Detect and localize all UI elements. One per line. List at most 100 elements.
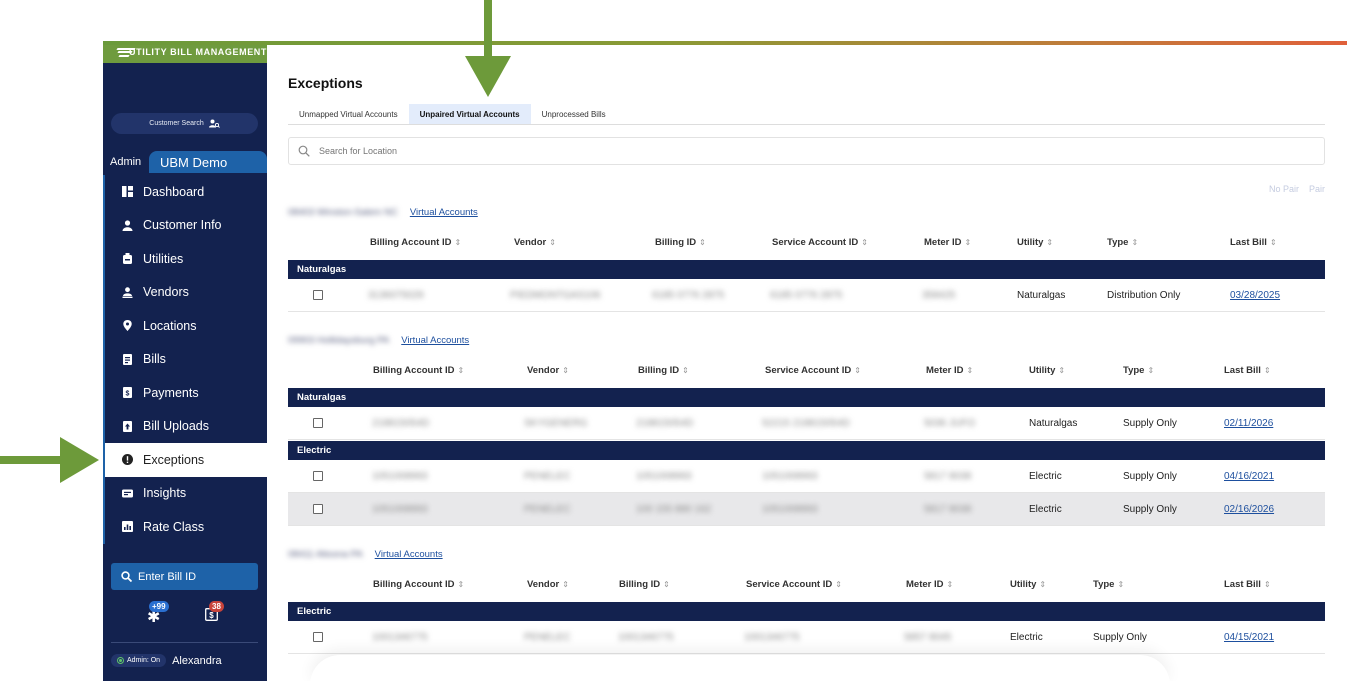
column-header[interactable]: Vendor ⇕ xyxy=(527,579,569,590)
person-search-icon xyxy=(208,119,220,128)
no-pair-button[interactable]: No Pair xyxy=(1269,184,1299,194)
last-bill-link[interactable]: 02/16/2026 xyxy=(1224,504,1274,515)
column-header[interactable]: Last Bill ⇕ xyxy=(1230,237,1277,248)
sidebar-item-label: Dashboard xyxy=(143,184,205,199)
column-header[interactable]: Meter ID ⇕ xyxy=(926,365,973,376)
tab-unprocessed-bills[interactable]: Unprocessed Bills xyxy=(531,104,617,124)
tab-unpaired-virtual-accounts[interactable]: Unpaired Virtual Accounts xyxy=(408,104,531,124)
cell-vendor: PENELEC xyxy=(524,471,571,482)
column-header[interactable]: Utility ⇕ xyxy=(1017,237,1053,248)
sidebar-item-exceptions[interactable]: Exceptions xyxy=(105,443,267,477)
column-header[interactable]: Utility ⇕ xyxy=(1029,365,1065,376)
sort-icon: ⇕ xyxy=(454,238,462,247)
column-header[interactable]: Vendor ⇕ xyxy=(514,237,556,248)
sidebar-item-locations[interactable]: Locations xyxy=(105,309,267,343)
sort-icon: ⇕ xyxy=(562,366,569,375)
location-name: 08411 Altoona PA xyxy=(288,549,363,560)
admin-toggle[interactable]: Admin: On xyxy=(111,654,167,667)
virtual-accounts-link[interactable]: Virtual Accounts xyxy=(375,549,443,560)
pair-button[interactable]: Pair xyxy=(1309,184,1325,194)
column-header[interactable]: Billing ID ⇕ xyxy=(619,579,670,590)
page-title: Exceptions xyxy=(288,75,363,91)
cell-service-account-id: 6185 0776 2875 xyxy=(770,290,843,301)
cell-vendor: PENELEC xyxy=(524,504,571,515)
sidebar-item-insights[interactable]: Insights xyxy=(105,477,267,511)
customer-search-button[interactable]: Customer Search xyxy=(111,113,258,134)
cell-meter-id: 5036 JUFO xyxy=(924,418,976,429)
tab-unmapped-virtual-accounts[interactable]: Unmapped Virtual Accounts xyxy=(288,104,409,124)
column-header[interactable]: Last Bill ⇕ xyxy=(1224,365,1271,376)
bill-id-search[interactable]: Enter Bill ID xyxy=(111,563,258,590)
row-checkbox[interactable] xyxy=(313,632,323,642)
row-checkbox[interactable] xyxy=(313,418,323,428)
virtual-accounts-link[interactable]: Virtual Accounts xyxy=(410,207,478,218)
column-header[interactable]: Last Bill ⇕ xyxy=(1224,579,1271,590)
sidebar-item-utilities[interactable]: Utilities xyxy=(105,242,267,276)
row-checkbox[interactable] xyxy=(313,290,323,300)
column-header[interactable]: Type ⇕ xyxy=(1123,365,1154,376)
search-icon xyxy=(298,145,310,157)
column-header[interactable]: Service Account ID ⇕ xyxy=(772,237,868,248)
sidebar-item-label: Exceptions xyxy=(143,452,205,467)
utility-group-header: Electric xyxy=(288,441,1325,460)
person-icon xyxy=(122,220,133,231)
annotation-arrow-right-icon xyxy=(0,437,99,483)
cell-billing-id: 218815054D xyxy=(636,418,694,429)
last-bill-link[interactable]: 04/15/2021 xyxy=(1224,632,1274,643)
table-row: 218815054D SKYGENERG 218815054D 52215 21… xyxy=(288,407,1325,440)
column-header[interactable]: Billing Account ID ⇕ xyxy=(373,365,464,376)
sidebar-item-vendors[interactable]: Vendors xyxy=(105,276,267,310)
location-header: 09903 Hollidaysburg PA Virtual Accounts xyxy=(288,335,469,346)
utility-group-header: Naturalgas xyxy=(288,388,1325,407)
admin-label: Admin xyxy=(110,156,142,168)
alerts-button[interactable]: ✱ +99 xyxy=(139,599,169,629)
notification-badges: ✱ +99 $ 38 xyxy=(103,599,267,629)
column-header[interactable]: Meter ID ⇕ xyxy=(906,579,953,590)
cell-billing-account-id: 1051008993 xyxy=(372,504,428,515)
column-header[interactable]: Service Account ID ⇕ xyxy=(765,365,861,376)
cell-meter-id: 358425 xyxy=(922,290,956,301)
row-checkbox[interactable] xyxy=(313,471,323,481)
column-header[interactable]: Type ⇕ xyxy=(1093,579,1124,590)
sidebar-item-dashboard[interactable]: Dashboard xyxy=(105,175,267,209)
row-checkbox[interactable] xyxy=(313,504,323,514)
cell-billing-id: 6185 0776 2875 xyxy=(652,290,725,301)
sort-icon: ⇕ xyxy=(861,238,868,247)
table-row: 1051008993 PENELEC 1051008993 1051008993… xyxy=(288,460,1325,493)
sidebar-item-payments[interactable]: $ Payments xyxy=(105,376,267,410)
sort-icon: ⇕ xyxy=(1039,580,1047,589)
sidebar-item-rate-class[interactable]: Rate Class xyxy=(105,510,267,544)
bill-notifications-button[interactable]: $ 38 xyxy=(197,599,227,629)
sidebar-item-bills[interactable]: Bills xyxy=(105,343,267,377)
sidebar-item-customer-info[interactable]: Customer Info xyxy=(105,209,267,243)
table-row: 1001346775 PENELEC 1001346775 1001346775… xyxy=(288,621,1325,654)
column-header[interactable]: Billing ID ⇕ xyxy=(655,237,706,248)
column-header[interactable]: Service Account ID ⇕ xyxy=(746,579,842,590)
column-header[interactable]: Type ⇕ xyxy=(1107,237,1138,248)
column-header[interactable]: Vendor ⇕ xyxy=(527,365,569,376)
account-name-tab[interactable]: UBM Demo xyxy=(149,151,267,173)
last-bill-link[interactable]: 03/28/2025 xyxy=(1230,290,1280,301)
utility-group-header: Naturalgas xyxy=(288,260,1325,279)
sidebar-item-label: Locations xyxy=(143,318,197,333)
column-header[interactable]: Billing ID ⇕ xyxy=(638,365,689,376)
column-header[interactable]: Utility ⇕ xyxy=(1010,579,1046,590)
last-bill-link[interactable]: 04/16/2021 xyxy=(1224,471,1274,482)
sidebar-nav: Dashboard Customer Info Utilities Vendor… xyxy=(103,175,267,544)
sidebar-item-bill-uploads[interactable]: Bill Uploads xyxy=(105,410,267,444)
location-search-input[interactable] xyxy=(319,146,619,156)
exclamation-icon xyxy=(122,454,133,466)
cell-service-account-id: 1051008993 xyxy=(762,504,818,515)
virtual-accounts-link[interactable]: Virtual Accounts xyxy=(401,335,469,346)
table-row: 3136075029 PIEDMONTGAS106 6185 0776 2875… xyxy=(288,279,1325,312)
column-header[interactable]: Billing Account ID ⇕ xyxy=(370,237,461,248)
sort-icon: ⇕ xyxy=(562,580,569,589)
user-name: Alexandra xyxy=(172,654,222,667)
screenshot-stage: UTILITY BILL MANAGEMENT Customer Search … xyxy=(0,0,1347,681)
column-header[interactable]: Meter ID ⇕ xyxy=(924,237,971,248)
last-bill-link[interactable]: 02/11/2026 xyxy=(1224,418,1273,429)
column-header[interactable]: Billing Account ID ⇕ xyxy=(373,579,464,590)
status-dot-icon xyxy=(117,657,124,664)
cell-billing-account-id: 218815054D xyxy=(372,418,430,429)
sort-icon: ⇕ xyxy=(1117,580,1125,589)
